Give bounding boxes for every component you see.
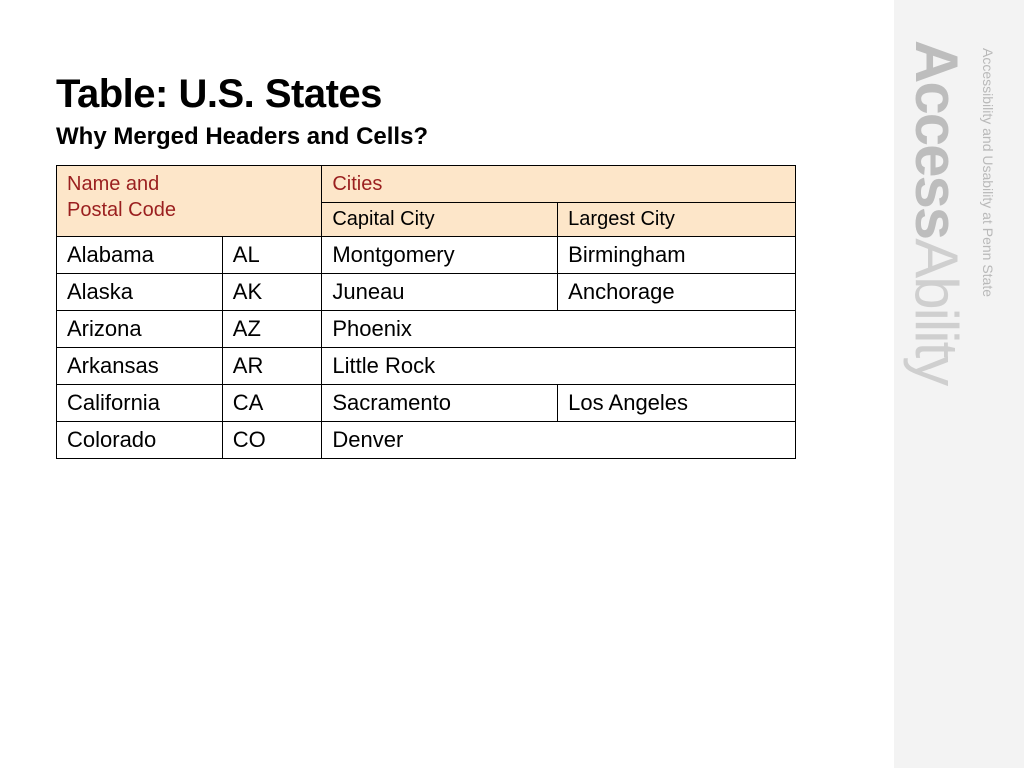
brand-logo: AccessAbility <box>906 40 966 384</box>
brand-logo-thin: Ability <box>903 238 970 384</box>
cell-code: AZ <box>222 311 322 348</box>
cell-city-merged: Little Rock <box>322 348 796 385</box>
header-cities: Cities <box>322 166 796 203</box>
slide-content: Table: U.S. States Why Merged Headers an… <box>56 72 816 459</box>
cell-code: CO <box>222 422 322 459</box>
header-name-code: Name and Postal Code <box>57 166 322 237</box>
cell-city-merged: Phoenix <box>322 311 796 348</box>
cell-capital: Sacramento <box>322 385 558 422</box>
cell-code: AL <box>222 237 322 274</box>
cell-state: Colorado <box>57 422 223 459</box>
table-row: ColoradoCODenver <box>57 422 796 459</box>
table-row: ArizonaAZPhoenix <box>57 311 796 348</box>
cell-city-merged: Denver <box>322 422 796 459</box>
brand-logo-bold: Access <box>903 40 970 238</box>
cell-largest: Los Angeles <box>558 385 796 422</box>
page-subtitle: Why Merged Headers and Cells? <box>56 123 816 151</box>
brand-sidebar: AccessAbility Accessibility and Usabilit… <box>894 0 1024 768</box>
page-title: Table: U.S. States <box>56 72 816 117</box>
cell-capital: Juneau <box>322 274 558 311</box>
table-body: AlabamaALMontgomeryBirminghamAlaskaAKJun… <box>57 237 796 459</box>
cell-code: AK <box>222 274 322 311</box>
header-capital: Capital City <box>322 203 558 237</box>
brand-tagline: Accessibility and Usability at Penn Stat… <box>980 48 996 297</box>
cell-code: CA <box>222 385 322 422</box>
cell-state: Arkansas <box>57 348 223 385</box>
table-row: CaliforniaCASacramentoLos Angeles <box>57 385 796 422</box>
cell-state: Arizona <box>57 311 223 348</box>
table-row: AlabamaALMontgomeryBirmingham <box>57 237 796 274</box>
header-largest: Largest City <box>558 203 796 237</box>
cell-state: California <box>57 385 223 422</box>
cell-capital: Montgomery <box>322 237 558 274</box>
table-header-row-1: Name and Postal Code Cities <box>57 166 796 203</box>
table-row: ArkansasARLittle Rock <box>57 348 796 385</box>
cell-state: Alaska <box>57 274 223 311</box>
cell-state: Alabama <box>57 237 223 274</box>
cell-code: AR <box>222 348 322 385</box>
table-row: AlaskaAKJuneauAnchorage <box>57 274 796 311</box>
cell-largest: Anchorage <box>558 274 796 311</box>
cell-largest: Birmingham <box>558 237 796 274</box>
states-table: Name and Postal Code Cities Capital City… <box>56 165 796 459</box>
